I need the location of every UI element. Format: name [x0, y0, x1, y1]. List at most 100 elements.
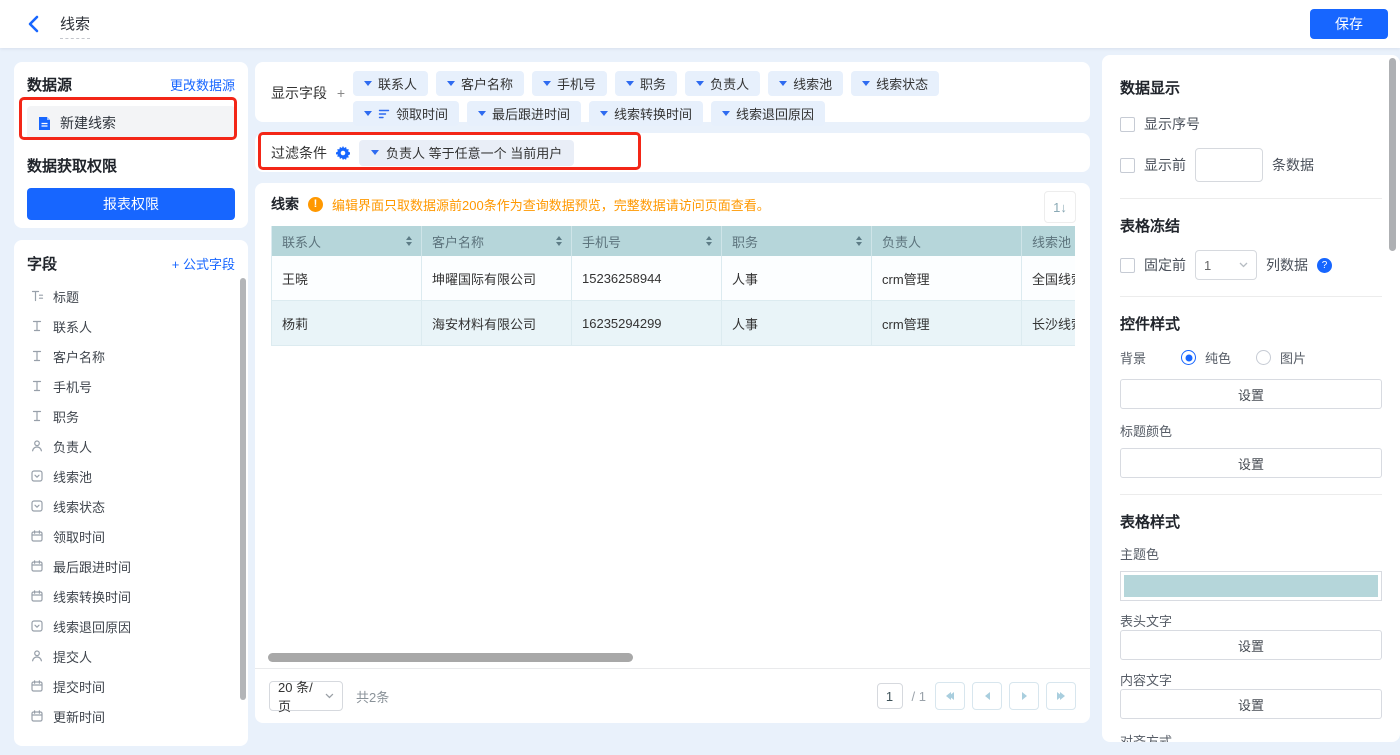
add-formula-field-link[interactable]: + 公式字段 — [172, 254, 235, 273]
column-header-customer[interactable]: 客户名称 — [422, 226, 572, 256]
table-cell: 杨莉 — [272, 301, 422, 346]
chevron-left-icon — [984, 692, 990, 700]
text-field-icon — [32, 380, 42, 392]
field-item-submitter[interactable]: 提交人 — [27, 641, 235, 671]
display-tag[interactable]: 线索状态 — [851, 71, 940, 96]
display-tag-sorted[interactable]: 领取时间 — [353, 101, 460, 126]
table-row[interactable]: 杨莉 海安材料有限公司 16235294299 人事 crm管理 长沙线索 — [272, 301, 1075, 346]
display-fields-label-row: 显示字段 + — [271, 83, 345, 103]
display-tag[interactable]: 线索池 — [768, 71, 844, 96]
display-tag-label: 负责人 — [710, 77, 750, 92]
field-item-job[interactable]: 职务 — [27, 401, 235, 431]
freeze-checkbox[interactable] — [1120, 257, 1135, 273]
column-label: 手机号 — [582, 234, 622, 250]
back-icon[interactable] — [27, 15, 39, 33]
column-header-pool[interactable]: 线索池 — [1022, 226, 1075, 256]
preview-card: 线索 ! 编辑界面只取数据源前200条作为查询数据预览，完整数据请访问页面查看。… — [255, 183, 1090, 723]
background-set-button[interactable]: 设置 — [1120, 379, 1382, 409]
theme-color-swatch[interactable] — [1120, 571, 1382, 601]
datasource-item[interactable]: 新建线索 — [27, 106, 235, 140]
sort-arrows-icon[interactable] — [706, 236, 712, 246]
current-page-box[interactable]: 1 — [876, 683, 903, 709]
page-background: 线索 保存 数据源 更改数据源 新建线索 数据获取权限 报表权限 字段 + 公式… — [0, 0, 1400, 755]
show-first-checkbox[interactable] — [1120, 157, 1135, 173]
display-tag[interactable]: 客户名称 — [436, 71, 525, 96]
field-label: 联系人 — [53, 319, 93, 335]
display-tag-label: 线索池 — [793, 77, 833, 92]
content-text-label: 内容文字 — [1120, 673, 1173, 688]
field-item-title[interactable]: 标题 — [27, 281, 235, 311]
fields-card: 字段 + 公式字段 标题 联系人 客户名称 手机号 职务 负责人 线索池 线索状… — [14, 240, 248, 746]
display-tag[interactable]: 线索退回原因 — [711, 101, 826, 126]
page-size-select[interactable]: 20 条/页 — [269, 680, 343, 714]
first-page-button[interactable] — [935, 682, 965, 710]
field-item-status[interactable]: 线索状态 — [27, 491, 235, 521]
help-icon[interactable]: ? — [1317, 257, 1332, 273]
field-item-owner[interactable]: 负责人 — [27, 431, 235, 461]
field-item-contact[interactable]: 联系人 — [27, 311, 235, 341]
horizontal-scrollbar[interactable] — [268, 653, 633, 662]
caret-down-icon — [478, 111, 487, 116]
bg-image-radio[interactable] — [1256, 350, 1272, 365]
column-header-phone[interactable]: 手机号 — [572, 226, 722, 256]
caret-down-icon — [779, 81, 788, 86]
field-item-update-time[interactable]: 更新时间 — [27, 701, 235, 731]
add-display-field-button[interactable]: + — [337, 85, 345, 101]
display-tag-label: 最后跟进时间 — [492, 107, 571, 122]
caret-down-icon — [626, 81, 635, 86]
content-text-set-button[interactable]: 设置 — [1120, 689, 1382, 719]
title-color-label: 标题颜色 — [1120, 424, 1173, 439]
display-tag[interactable]: 线索转换时间 — [589, 101, 704, 126]
freeze-row: 固定前 1 列数据 ? — [1120, 250, 1382, 280]
show-index-checkbox[interactable] — [1120, 116, 1135, 132]
freeze-count-select[interactable]: 1 — [1195, 250, 1257, 280]
panel-scrollbar[interactable] — [1389, 58, 1396, 251]
text-field-icon — [32, 350, 42, 362]
show-first-row: 显示前 条数据 — [1120, 148, 1382, 182]
sort-arrows-icon[interactable] — [406, 236, 412, 246]
next-page-button[interactable] — [1009, 682, 1039, 710]
pagination-footer: 20 条/页 共2条 1 / 1 — [255, 668, 1090, 723]
sort-arrows-icon[interactable] — [556, 236, 562, 246]
page-title: 线索 — [60, 13, 91, 39]
display-tag[interactable]: 手机号 — [532, 71, 608, 96]
display-tag-label: 线索退回原因 — [736, 107, 815, 122]
report-permission-button[interactable]: 报表权限 — [27, 188, 235, 220]
column-header-contact[interactable]: 联系人 — [272, 226, 422, 256]
field-item-return-reason[interactable]: 线索退回原因 — [27, 611, 235, 641]
column-header-owner[interactable]: 负责人 — [872, 226, 1022, 256]
field-item-customer[interactable]: 客户名称 — [27, 341, 235, 371]
display-tag-label: 客户名称 — [461, 77, 514, 92]
title-color-set-button[interactable]: 设置 — [1120, 448, 1382, 478]
prev-page-button[interactable] — [972, 682, 1002, 710]
field-item-claim-time[interactable]: 领取时间 — [27, 521, 235, 551]
display-tag[interactable]: 负责人 — [685, 71, 761, 96]
display-tag[interactable]: 最后跟进时间 — [467, 101, 582, 126]
sort-order-button[interactable]: 1↓ — [1044, 191, 1076, 223]
field-item-phone[interactable]: 手机号 — [27, 371, 235, 401]
last-page-button[interactable] — [1046, 682, 1076, 710]
field-item-submit-time[interactable]: 提交时间 — [27, 671, 235, 701]
field-label: 客户名称 — [53, 349, 106, 365]
sort-arrows-icon[interactable] — [856, 236, 862, 246]
bg-solid-radio[interactable] — [1181, 350, 1196, 365]
display-tag-label: 线索转换时间 — [614, 107, 693, 122]
text-field-icon — [32, 410, 42, 422]
show-first-count-input[interactable] — [1195, 148, 1263, 182]
table-row[interactable]: 王晓 坤曜国际有限公司 15236258944 人事 crm管理 全国线索 — [272, 256, 1075, 301]
display-tag[interactable]: 职务 — [615, 71, 678, 96]
gear-icon[interactable] — [336, 145, 350, 160]
display-tag[interactable]: 联系人 — [353, 71, 429, 96]
column-header-job[interactable]: 职务 — [722, 226, 872, 256]
select-field-icon — [31, 470, 43, 482]
save-button[interactable]: 保存 — [1310, 9, 1388, 39]
header-text-set-button[interactable]: 设置 — [1120, 630, 1382, 660]
change-datasource-link[interactable]: 更改数据源 — [170, 75, 235, 94]
fields-scrollbar[interactable] — [240, 278, 246, 700]
display-fields-card: 显示字段 + 联系人 客户名称 手机号 职务 负责人 线索池 线索状态 领取时间… — [255, 62, 1090, 126]
filter-condition-tag[interactable]: 负责人 等于任意一个 当前用户 — [359, 139, 575, 166]
field-item-pool[interactable]: 线索池 — [27, 461, 235, 491]
field-item-convert-time[interactable]: 线索转换时间 — [27, 581, 235, 611]
field-item-last-follow[interactable]: 最后跟进时间 — [27, 551, 235, 581]
data-display-title: 数据显示 — [1120, 80, 1181, 97]
